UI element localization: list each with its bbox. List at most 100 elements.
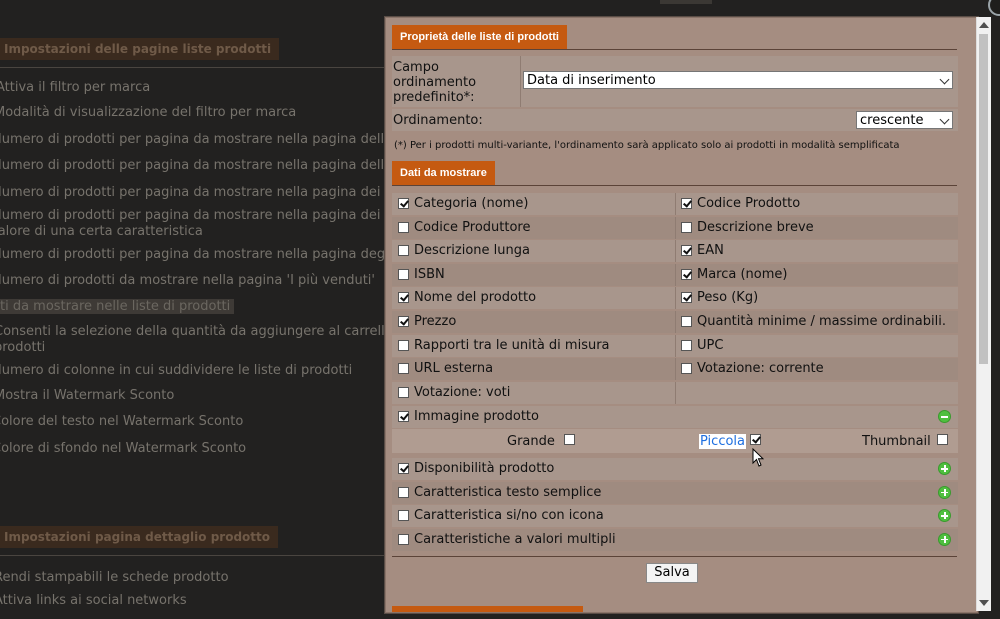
data-field-label: Votazione: corrente [697,361,824,377]
bg-section-title-2: Impostazioni pagina dettaglio prodotto [0,526,279,548]
sort-field-row: Campo ordinamento predefinito*: Data di … [392,56,958,107]
data-field-label: Votazione: voti [414,384,511,400]
sort-note: (*) Per i prodotti multi-variante, l'ord… [394,140,900,151]
add-plus-icon[interactable] [938,509,951,523]
checkbox[interactable] [681,316,692,327]
product-list-properties-dialog: Proprietà delle liste di prodotti Campo … [385,17,978,613]
data-field-row: Rapporti tra le unità di misura UPC [392,334,958,357]
bg-row: Rendi stampabili le schede prodotto [0,570,229,585]
bg-row: valore di una certa caratteristica [0,224,203,239]
add-plus-icon[interactable] [938,485,951,499]
checkbox[interactable] [398,363,409,375]
bg-row: Modalità di visualizzazione del filtro p… [0,105,297,120]
data-field-label: UPC [697,337,724,353]
extra-field-row: Caratteristica si/no con icona [392,505,958,528]
data-field-row: Codice Produttore Descrizione breve [392,216,958,239]
scrollbar-thumb[interactable] [979,34,988,364]
sort-field-select[interactable]: Data di inserimento [523,71,953,89]
extra-field-label: Caratteristiche a valori multipli [414,531,616,547]
sort-order-value: crescente [860,113,924,128]
checkbox[interactable] [398,463,409,474]
bg-row: Mostra il Watermark Sconto [0,388,175,403]
bg-row: Consenti la selezione della quantità da … [0,324,415,339]
size-checkbox-piccola[interactable] [750,434,761,445]
section-divider [392,49,957,50]
extra-field-row: Caratteristiche a valori multipli [392,528,958,551]
image-size-row: Grande Piccola Thumbnail [392,429,958,453]
data-field-row: Prezzo Quantità minime / massime ordinabi… [392,311,958,333]
checkbox[interactable] [681,198,692,209]
bg-divider [0,67,388,68]
extra-field-label: Caratteristica testo semplice [414,484,602,500]
section-divider [392,185,957,186]
checkbox[interactable] [398,533,409,545]
cell-divider [675,334,676,357]
checkbox[interactable] [681,363,692,375]
data-field-label: Marca (nome) [697,266,788,282]
checkbox[interactable] [681,339,692,351]
checkbox[interactable] [398,316,409,327]
checkbox[interactable] [398,292,409,304]
checkbox[interactable] [398,268,409,280]
data-field-label: ISBN [414,266,445,282]
bg-divider [0,555,388,556]
checkbox[interactable] [681,245,692,257]
bg-row: Attiva il filtro per marca [0,80,151,95]
data-field-label: Quantità minime / massime ordinabili. [697,314,946,329]
size-label-piccola: Piccola [699,434,746,449]
chevron-down-icon [939,114,950,125]
scroll-up-arrow-icon[interactable] [979,22,989,28]
checkbox[interactable] [681,292,692,304]
cell-divider [520,56,521,107]
checkbox[interactable] [398,386,409,398]
cell-divider [675,287,676,310]
section-title-data: Dati da mostrare [392,161,495,185]
dialog-scrollbar[interactable] [976,17,991,611]
add-plus-icon[interactable] [938,462,951,475]
cell-divider [675,240,676,263]
checkbox[interactable] [398,411,409,422]
data-field-label: Descrizione lunga [414,243,530,259]
top-right-circle-icon [988,0,1000,16]
scroll-down-arrow-icon[interactable] [979,600,989,606]
bg-row: Numero di prodotti da mostrare nella pag… [0,273,375,288]
bg-row-highlighted: Dati da mostrare nelle liste di prodotti [0,299,235,314]
cell-divider [675,358,676,381]
checkbox[interactable] [681,268,692,280]
checkbox[interactable] [398,221,409,233]
save-button[interactable]: Salva [646,563,698,583]
data-field-label: Codice Produttore [414,219,531,235]
image-product-row: Immagine prodotto [392,406,958,428]
collapse-minus-icon[interactable] [938,410,951,423]
checkbox[interactable] [398,486,409,498]
data-field-label: Prezzo [414,314,457,329]
checkbox[interactable] [398,339,409,351]
checkbox[interactable] [398,245,409,257]
size-label-thumbnail: Thumbnail [862,434,931,449]
data-field-row: Categoria (nome) Codice Prodotto [392,193,958,215]
extra-field-row: Caratteristica testo semplice [392,481,958,504]
chevron-down-icon [939,74,950,85]
size-checkbox-thumbnail[interactable] [937,434,948,445]
bg-row: Colore di sfondo nel Watermark Sconto [0,441,247,456]
data-field-label: Descrizione breve [697,219,814,235]
sort-order-select[interactable]: crescente [856,111,953,129]
top-bar-button [660,0,712,4]
sort-field-value: Data di inserimento [527,73,656,88]
bg-row: Numero di prodotti per pagina da mostrar… [0,208,436,223]
bg-row: Attiva links ai social networks [0,593,187,608]
checkbox[interactable] [398,510,409,522]
data-field-row: Descrizione lunga EAN [392,240,958,263]
bg-row: Numero di colonne in cui suddividere le … [0,363,353,378]
size-checkbox-grande[interactable] [564,434,575,445]
next-section-title [392,606,583,612]
data-field-label: Nome del prodotto [414,290,537,306]
checkbox[interactable] [681,221,692,233]
data-field-row: Nome del prodotto Peso (Kg) [392,287,958,310]
extra-field-label: Caratteristica si/no con icona [414,508,604,524]
add-plus-icon[interactable] [938,532,951,546]
extra-field-row: Disponibilità prodotto [392,458,958,480]
checkbox[interactable] [398,198,409,209]
sort-order-label: Ordinamento: [393,113,483,128]
cell-divider [675,381,676,404]
